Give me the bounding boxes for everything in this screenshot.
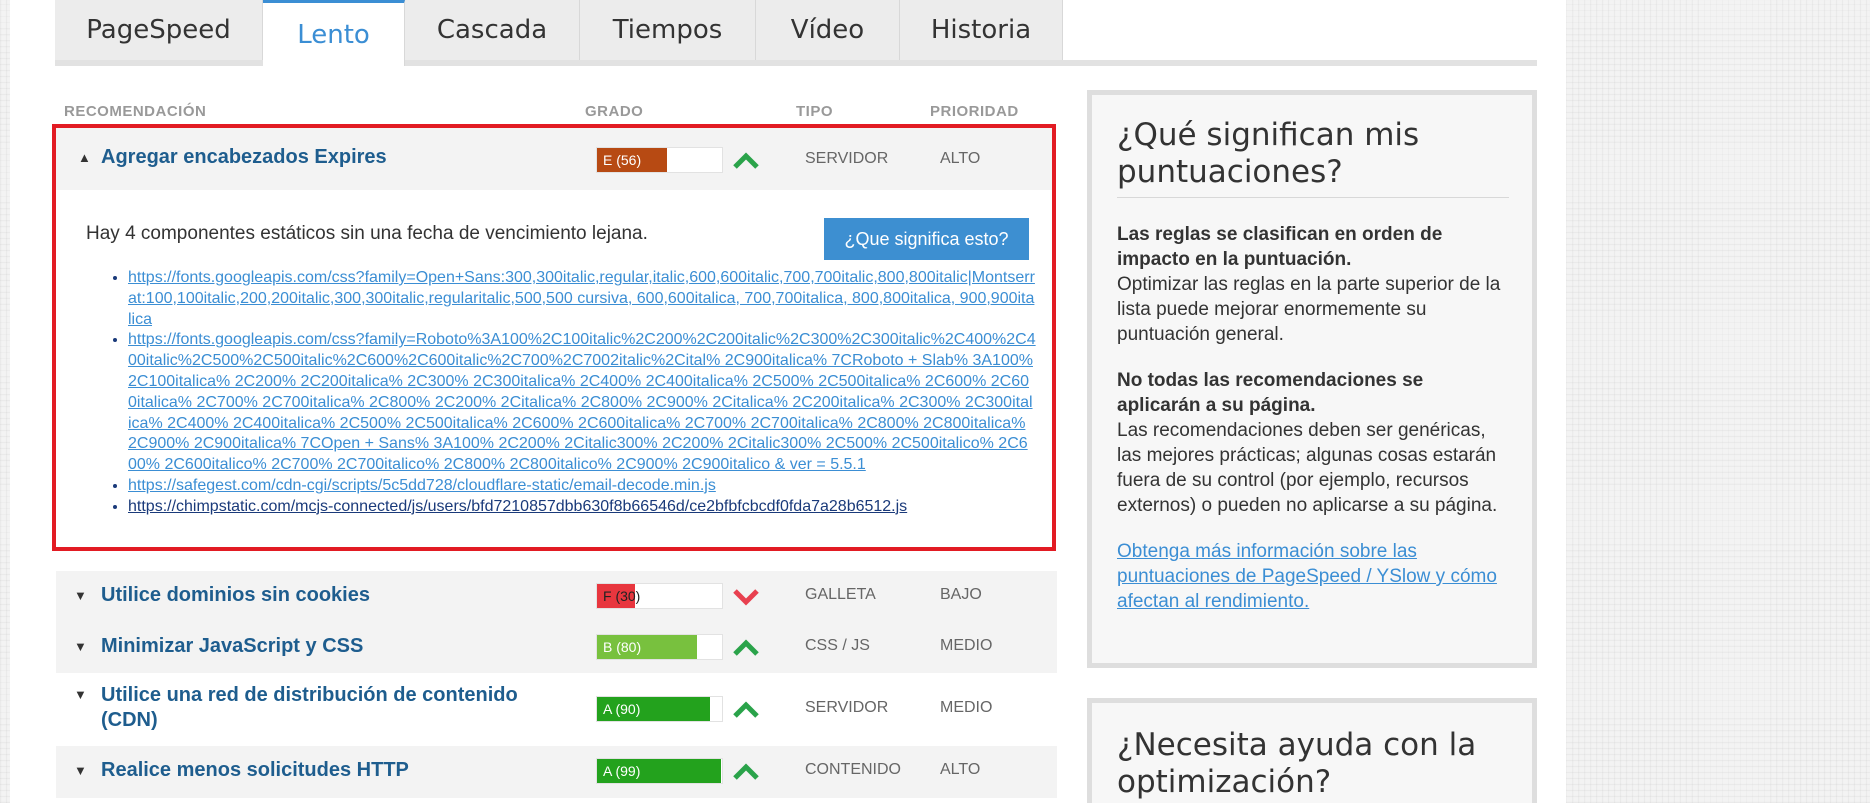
scores-p2-bold: No todas las recomendaciones se aplicará… <box>1117 370 1424 416</box>
list-item: https://safegest.com/cdn-cgi/scripts/5c5… <box>128 476 1036 497</box>
divider <box>1117 197 1509 198</box>
scores-link-paragraph: Obtenga más información sobre las puntua… <box>1117 539 1509 614</box>
header-priority: PRIORIDAD <box>930 103 1019 120</box>
resource-list: https://fonts.googleapis.com/css?family=… <box>128 268 1036 518</box>
rule-title[interactable]: Utilice una red de distribución de conte… <box>101 683 561 733</box>
rule-type: CSS / JS <box>805 637 870 654</box>
scores-paragraph-1: Las reglas se clasifican en orden de imp… <box>1117 222 1509 347</box>
trend-up-icon <box>733 763 759 780</box>
expand-arrow-icon[interactable]: ▼ <box>74 639 87 654</box>
expand-arrow-icon[interactable]: ▼ <box>74 687 87 702</box>
scores-p1-text: Optimizar las reglas en la parte superio… <box>1117 274 1501 345</box>
rule-type: SERVIDOR <box>805 699 889 716</box>
grade-bar: F (30) <box>596 583 723 609</box>
header-recommendation: RECOMENDACIÓN <box>64 103 207 120</box>
header-type: TIPO <box>796 103 834 120</box>
trend-up-icon <box>733 152 759 169</box>
rule-title[interactable]: Realice menos solicitudes HTTP <box>101 758 561 783</box>
trend-up-icon <box>733 701 759 718</box>
grade-bar: A (99) <box>596 758 723 784</box>
expand-arrow-icon[interactable]: ▼ <box>74 588 87 603</box>
tab-cascada[interactable]: Cascada <box>405 0 580 60</box>
rule-title[interactable]: Agregar encabezados Expires <box>101 146 387 169</box>
grade-label: B (80) <box>603 639 642 655</box>
rule-row[interactable]: ▼ Utilice una red de distribución de con… <box>56 673 1057 746</box>
rule-type: SERVIDOR <box>805 150 889 167</box>
rule-priority: MEDIO <box>940 699 993 716</box>
rule-title[interactable]: Utilice dominios sin cookies <box>101 583 561 608</box>
grade-label: E (56) <box>603 152 642 168</box>
rule-priority: ALTO <box>940 150 981 167</box>
rule-type: GALLETA <box>805 586 876 603</box>
expanded-rule-panel: ▲ Agregar encabezados Expires E (56) SER… <box>52 124 1056 551</box>
rule-priority: ALTO <box>940 761 981 778</box>
scores-info-box: ¿Qué significan mis puntuaciones? Las re… <box>1087 90 1537 668</box>
trend-up-icon <box>733 639 759 656</box>
list-item: https://chimpstatic.com/mcjs-connected/j… <box>128 497 1036 518</box>
grade-label: A (90) <box>603 701 641 717</box>
grade-label: A (99) <box>603 763 641 779</box>
optimization-help-box: ¿Necesita ayuda con la optimización? <box>1087 698 1537 803</box>
what-does-this-mean-button[interactable]: ¿Que significa esto? <box>824 218 1029 260</box>
resource-link[interactable]: https://safegest.com/cdn-cgi/scripts/5c5… <box>128 477 716 494</box>
collapse-arrow-icon[interactable]: ▲ <box>78 150 91 165</box>
rule-description: Hay 4 componentes estáticos sin una fech… <box>86 223 648 244</box>
list-item: https://fonts.googleapis.com/css?family=… <box>128 330 1036 476</box>
trend-down-icon <box>733 589 759 606</box>
tab-video[interactable]: Vídeo <box>756 0 900 60</box>
scores-p2-text: Las recomendaciones deben ser genéricas,… <box>1117 420 1498 516</box>
expand-arrow-icon[interactable]: ▼ <box>74 763 87 778</box>
scores-p1-bold: Las reglas se clasifican en orden de imp… <box>1117 224 1443 270</box>
rule-priority: BAJO <box>940 586 982 603</box>
resource-link[interactable]: https://fonts.googleapis.com/css?family=… <box>128 269 1035 328</box>
rule-row[interactable]: ▼ Minimizar JavaScript y CSS B (80) CSS … <box>56 622 1057 673</box>
tab-tiempos[interactable]: Tiempos <box>580 0 756 60</box>
scores-paragraph-2: No todas las recomendaciones se aplicará… <box>1117 368 1509 518</box>
grade-bar: E (56) <box>596 147 723 173</box>
rule-row[interactable]: ▼ Utilice dominios sin cookies F (30) GA… <box>56 571 1057 622</box>
resource-link[interactable]: https://fonts.googleapis.com/css?family=… <box>128 331 1036 473</box>
grade-bar: A (90) <box>596 696 723 722</box>
expanded-rule-header[interactable]: ▲ Agregar encabezados Expires E (56) SER… <box>56 128 1052 190</box>
header-grade: GRADO <box>585 103 644 120</box>
tab-historia[interactable]: Historia <box>900 0 1063 60</box>
help-heading: ¿Necesita ayuda con la optimización? <box>1117 727 1477 800</box>
scores-heading: ¿Qué significan mis puntuaciones? <box>1117 117 1420 190</box>
rule-row[interactable]: ▼ Realice menos solicitudes HTTP A (99) … <box>56 746 1057 798</box>
grade-label: F (30) <box>603 588 641 604</box>
rule-type: CONTENIDO <box>805 761 901 778</box>
tab-pagespeed[interactable]: PageSpeed <box>55 0 263 60</box>
grade-bar: B (80) <box>596 634 723 660</box>
rule-title[interactable]: Minimizar JavaScript y CSS <box>101 634 561 659</box>
report-tabs: PageSpeed Lento Cascada Tiempos Vídeo Hi… <box>55 0 1537 66</box>
tab-lento[interactable]: Lento <box>263 0 405 66</box>
scores-info-link[interactable]: Obtenga más información sobre las puntua… <box>1117 541 1497 612</box>
rule-priority: MEDIO <box>940 637 993 654</box>
report-content: PageSpeed Lento Cascada Tiempos Vídeo Hi… <box>10 0 1566 803</box>
resource-link[interactable]: https://chimpstatic.com/mcjs-connected/j… <box>128 498 907 515</box>
list-item: https://fonts.googleapis.com/css?family=… <box>128 268 1036 330</box>
